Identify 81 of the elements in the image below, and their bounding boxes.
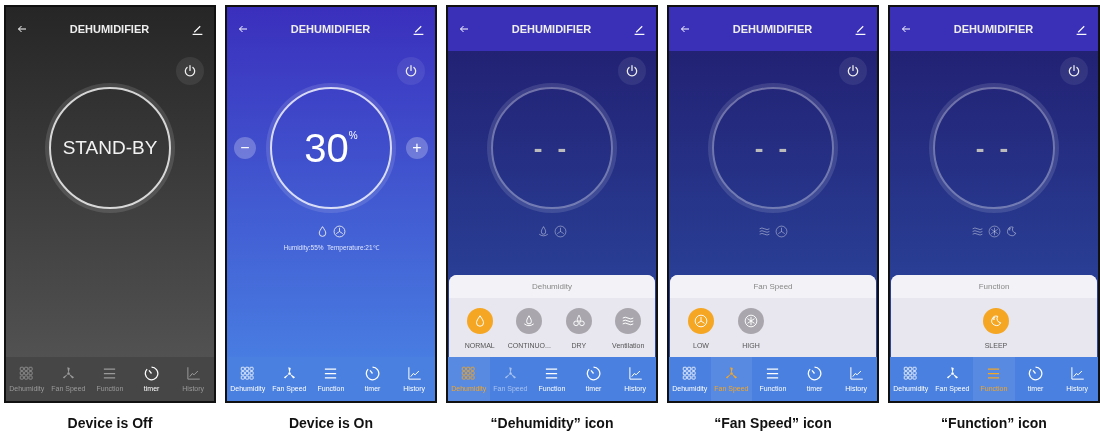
caption: “Dehumidity” icon bbox=[490, 415, 614, 431]
drop-icon bbox=[537, 225, 550, 238]
grid-icon bbox=[240, 366, 256, 381]
power-button[interactable] bbox=[1060, 57, 1088, 85]
screen-title: DEHUMIDIFIER bbox=[953, 23, 1034, 35]
drop-icon bbox=[316, 225, 329, 238]
back-arrow-icon bbox=[16, 23, 28, 35]
power-button[interactable] bbox=[176, 57, 204, 85]
timer-icon bbox=[144, 366, 160, 381]
power-icon bbox=[846, 64, 860, 78]
mode-option[interactable] bbox=[738, 308, 764, 334]
mode-option[interactable] bbox=[565, 308, 592, 334]
caption: “Fan Speed” icon bbox=[714, 415, 832, 431]
timer-icon bbox=[586, 366, 602, 381]
screen-title: DEHUMIDIFIER bbox=[732, 23, 813, 35]
fan-icon bbox=[60, 366, 76, 381]
mode-option[interactable] bbox=[615, 308, 642, 334]
fan-icon bbox=[944, 366, 960, 381]
menu-icon bbox=[323, 366, 339, 381]
empty-reading: - - bbox=[975, 132, 1013, 164]
panel-title: Function bbox=[891, 275, 1097, 298]
chart-icon bbox=[1069, 366, 1085, 381]
chart-icon bbox=[185, 366, 201, 381]
waves-icon bbox=[970, 225, 984, 238]
moon-icon bbox=[1004, 225, 1018, 238]
fan-icon bbox=[502, 366, 518, 381]
caption: “Function” icon bbox=[941, 415, 1047, 431]
back-arrow-icon bbox=[679, 23, 691, 35]
fan-icon bbox=[775, 225, 788, 238]
power-button[interactable] bbox=[839, 57, 867, 85]
chart-icon bbox=[627, 366, 643, 381]
panel-title: Fan Speed bbox=[670, 275, 876, 298]
moon-icon bbox=[989, 314, 1003, 328]
back-arrow-icon bbox=[237, 23, 249, 35]
standby-label: STAND-BY bbox=[62, 137, 158, 159]
empty-reading: - - bbox=[533, 132, 571, 164]
drops-icon bbox=[571, 314, 586, 328]
grid-icon bbox=[19, 366, 35, 381]
power-button[interactable] bbox=[618, 57, 646, 85]
timer-icon bbox=[365, 366, 381, 381]
fan-icon bbox=[554, 225, 567, 238]
fan-icon bbox=[694, 314, 708, 328]
fan-icon bbox=[987, 225, 1001, 238]
screen-title: DEHUMIDIFIER bbox=[511, 23, 592, 35]
timer-icon bbox=[1028, 366, 1044, 381]
decrease-button[interactable]: − bbox=[234, 137, 256, 159]
fan-icon bbox=[333, 225, 346, 238]
menu-icon bbox=[544, 366, 560, 381]
waves-icon bbox=[621, 314, 636, 328]
power-icon bbox=[183, 64, 197, 78]
drop-icon bbox=[522, 314, 537, 328]
menu-icon bbox=[102, 366, 118, 381]
caption: Device is Off bbox=[67, 415, 153, 431]
fan-icon bbox=[744, 314, 758, 328]
menu-icon bbox=[986, 366, 1002, 381]
back-arrow-icon bbox=[900, 23, 912, 35]
chart-icon bbox=[406, 366, 422, 381]
power-icon bbox=[1067, 64, 1081, 78]
power-button[interactable] bbox=[397, 57, 425, 85]
screen-title: DEHUMIDIFIER bbox=[69, 23, 150, 35]
menu-icon bbox=[765, 366, 781, 381]
power-icon bbox=[625, 64, 639, 78]
fan-icon bbox=[281, 366, 297, 381]
screen-title: DEHUMIDIFIER bbox=[290, 23, 371, 35]
fan-icon bbox=[723, 366, 739, 381]
mode-option[interactable] bbox=[516, 308, 543, 334]
back-arrow-icon bbox=[458, 23, 470, 35]
grid-icon bbox=[903, 366, 919, 381]
timer-icon bbox=[807, 366, 823, 381]
mode-option[interactable] bbox=[983, 308, 1009, 334]
increase-button[interactable]: + bbox=[406, 137, 428, 159]
empty-reading: - - bbox=[754, 132, 792, 164]
panel-title: Dehumidity bbox=[449, 275, 655, 298]
waves-icon bbox=[758, 225, 771, 238]
power-icon bbox=[404, 64, 418, 78]
grid-icon bbox=[682, 366, 698, 381]
mode-option[interactable] bbox=[466, 308, 493, 334]
chart-icon bbox=[848, 366, 864, 381]
grid-icon bbox=[461, 366, 477, 381]
caption: Device is On bbox=[288, 415, 373, 431]
mode-option[interactable] bbox=[688, 308, 714, 334]
